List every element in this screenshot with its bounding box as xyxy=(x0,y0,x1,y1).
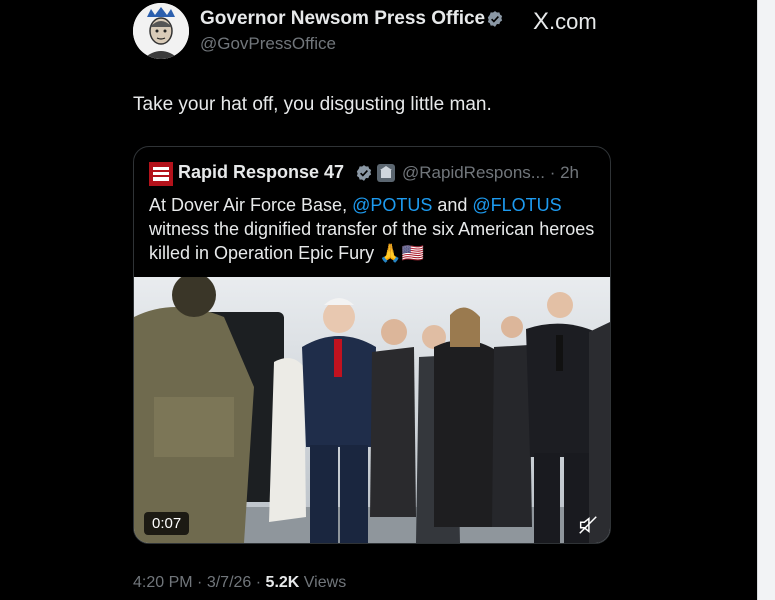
mention-potus[interactable]: @POTUS xyxy=(352,195,432,215)
quote-text-segment: At Dover Air Force Base, xyxy=(149,195,353,215)
quote-text-segment: and xyxy=(432,195,473,215)
views-label: Views xyxy=(303,574,347,591)
author-handle[interactable]: @GovPressOffice xyxy=(200,34,336,54)
x-logo-icon: X xyxy=(533,8,550,35)
verified-badge-icon xyxy=(356,165,372,181)
avatar-portrait-icon xyxy=(133,3,189,59)
quote-author-name[interactable]: Rapid Response 47 xyxy=(178,162,344,183)
quote-time[interactable]: 2h xyxy=(560,163,579,182)
x-com-logo: X.com xyxy=(533,8,597,36)
site-label: .com xyxy=(549,9,597,34)
author-avatar[interactable] xyxy=(133,3,189,59)
divider xyxy=(757,0,758,600)
quote-handle-line: @RapidRespons... · 2h xyxy=(402,163,579,183)
mention-flotus[interactable]: @FLOTUS xyxy=(472,195,561,215)
video-thumbnail xyxy=(134,277,610,543)
browser-scrollbar-area[interactable] xyxy=(757,0,775,600)
quoted-post-card[interactable]: Rapid Response 47 @RapidRespons... · 2h … xyxy=(133,146,611,544)
post-meta: 4:20 PM · 3/7/26 · 5.2K Views xyxy=(133,574,346,592)
quote-author-avatar[interactable] xyxy=(149,162,173,186)
views-count: 5.2K xyxy=(265,574,300,591)
post-time[interactable]: 4:20 PM xyxy=(133,574,193,591)
author-name[interactable]: Governor Newsom Press Office xyxy=(200,8,485,30)
separator: · xyxy=(549,163,556,182)
video-duration: 0:07 xyxy=(144,512,190,535)
verified-badge-icon xyxy=(487,11,503,27)
post-text: Take your hat off, you disgusting little… xyxy=(133,94,492,115)
separator: · xyxy=(197,574,203,591)
separator: · xyxy=(255,574,262,591)
emoji: 🙏🇺🇸 xyxy=(379,243,424,263)
quote-author-handle[interactable]: @RapidRespons... xyxy=(402,163,545,182)
quote-text-segment: witness the dignified transfer of the si… xyxy=(149,219,595,263)
video-player[interactable]: 0:07 xyxy=(134,277,610,543)
government-affiliation-icon xyxy=(377,164,395,182)
mute-icon[interactable] xyxy=(577,514,599,536)
post-date[interactable]: 3/7/26 xyxy=(207,574,251,591)
quote-text: At Dover Air Force Base, @POTUS and @FLO… xyxy=(149,193,599,265)
rapid-response-logo-icon xyxy=(149,162,173,186)
